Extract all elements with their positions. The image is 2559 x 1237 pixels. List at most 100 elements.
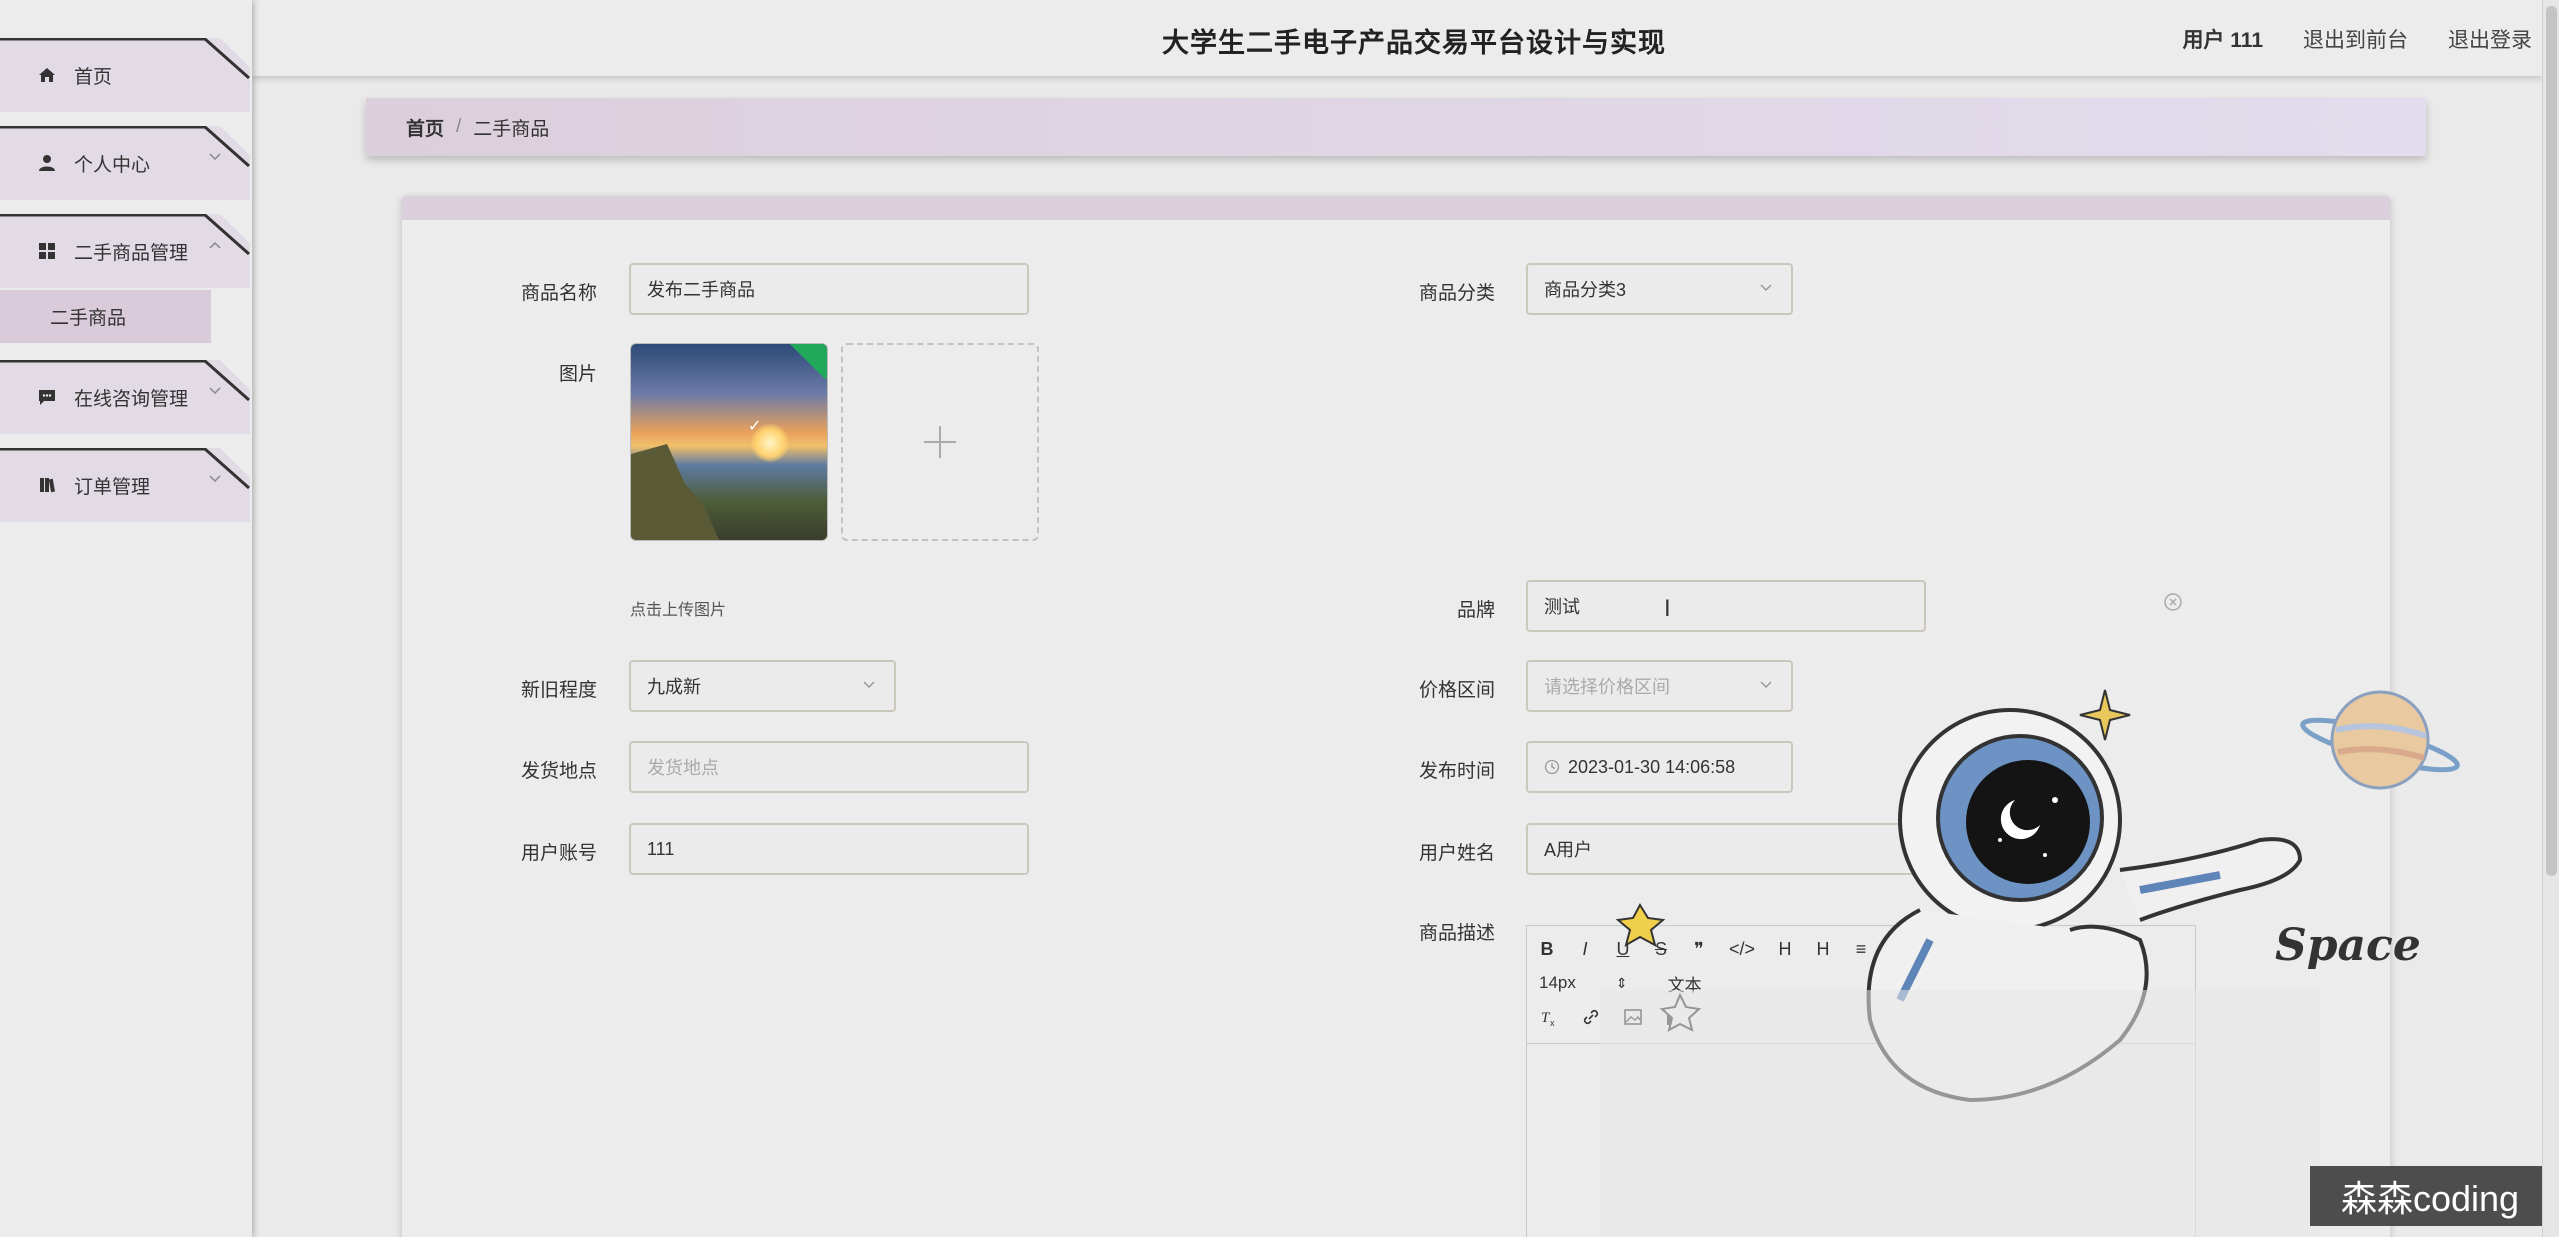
ordered-list-button[interactable]: ≡ (1853, 939, 1869, 960)
sidebar-item-goods-management[interactable]: 二手商品管理 (0, 214, 250, 288)
ship-location-placeholder: 发货地点 (647, 758, 719, 778)
header2-button[interactable]: H (1815, 939, 1831, 960)
svg-text:x: x (1550, 1018, 1555, 1027)
chevron-down-icon (1760, 284, 1772, 292)
chat-icon (36, 386, 58, 408)
breadcrumb-current: 二手商品 (473, 118, 550, 140)
user-account-value: 111 (647, 838, 675, 859)
sidebar-item-personal[interactable]: 个人中心 (0, 126, 250, 200)
app-title: 大学生二手电子产品交易平台设计与实现 (1162, 28, 1666, 58)
brand-value: 测试 (1544, 597, 1580, 617)
rich-text-editor[interactable]: B I U S ❞ </> H H ≡ ≡ x x ⇤ ⇥ 14px ⇕ 文本 … (1526, 925, 2196, 1237)
image-upload-button[interactable] (841, 343, 1039, 541)
chevron-down-icon (1760, 681, 1772, 689)
price-range-label: 价格区间 (1418, 680, 1495, 701)
home-icon (36, 64, 58, 86)
updown-icon: ⇕ (1615, 974, 1628, 991)
outdent-button[interactable]: ⇤ (2005, 939, 2021, 960)
clear-icon[interactable] (2163, 592, 2183, 612)
breadcrumb: 首页 / 二手商品 (366, 98, 2426, 156)
header1-button[interactable]: H (1777, 939, 1793, 960)
price-range-placeholder: 请选择价格区间 (1544, 677, 1670, 697)
user-icon (36, 152, 58, 174)
bold-button[interactable]: B (1539, 939, 1555, 960)
scrollbar-thumb[interactable] (2546, 6, 2557, 876)
current-user: 用户 111 (2182, 29, 2263, 52)
clock-icon (1544, 759, 1560, 775)
text-cursor-icon: I (1664, 595, 1671, 622)
top-header: 大学生二手电子产品交易平台设计与实现 用户 111 退出到前台 退出登录 (252, 0, 2542, 76)
condition-select[interactable]: 九成新 (629, 660, 896, 712)
publish-time-value: 2023-01-30 14:06:58 (1568, 756, 1736, 777)
chevron-down-icon (209, 153, 221, 161)
save-icon[interactable] (1665, 1007, 1685, 1027)
strike-button[interactable]: S (1653, 939, 1669, 960)
image-label: 图片 (558, 364, 597, 385)
sidebar-item-label: 订单管理 (74, 476, 151, 498)
uploaded-image-thumbnail[interactable]: ✓ (630, 343, 828, 541)
goods-name-input[interactable]: 发布二手商品 (629, 263, 1029, 315)
sidebar-item-home[interactable]: 首页 (0, 38, 250, 112)
video-watermark: 森森coding (2310, 1166, 2550, 1226)
sidebar-subitem-goods[interactable]: 二手商品 (0, 290, 211, 343)
category-select[interactable]: 商品分类3 (1526, 263, 1793, 315)
sidebar-item-order-management[interactable]: 订单管理 (0, 448, 250, 522)
italic-button[interactable]: I (1577, 939, 1593, 960)
card-header-strip (402, 196, 2390, 220)
underline-button[interactable]: U (1615, 939, 1631, 960)
upload-success-badge (785, 344, 827, 380)
user-account-label: 用户账号 (520, 843, 597, 864)
image-icon[interactable] (1623, 1007, 1643, 1027)
chevron-down-icon (209, 475, 221, 483)
goods-name-label: 商品名称 (520, 283, 597, 304)
description-label: 商品描述 (1418, 923, 1495, 944)
brand-input[interactable]: 测试 (1526, 580, 1926, 632)
editor-toolbar-row-2: 14px ⇕ 文本 (1539, 966, 2183, 1000)
quote-button[interactable]: ❞ (1691, 939, 1707, 960)
sidebar-item-label: 在线咨询管理 (74, 388, 189, 410)
plus-icon (924, 426, 956, 458)
book-icon (36, 474, 58, 496)
breadcrumb-home[interactable]: 首页 (406, 114, 444, 141)
price-range-select[interactable]: 请选择价格区间 (1526, 660, 1793, 712)
breadcrumb-separator: / (456, 116, 462, 137)
user-account-input[interactable]: 111 (629, 823, 1029, 875)
sidebar-item-consult-management[interactable]: 在线咨询管理 (0, 360, 250, 434)
editor-toolbar: B I U S ❞ </> H H ≡ ≡ x x ⇤ ⇥ 14px ⇕ 文本 … (1527, 926, 2195, 1044)
condition-label: 新旧程度 (520, 680, 597, 701)
image-cliff (631, 444, 721, 540)
header-actions: 用户 111 退出到前台 退出登录 (2182, 24, 2532, 54)
ship-location-input[interactable]: 发货地点 (629, 741, 1029, 793)
chevron-up-icon (209, 241, 221, 249)
link-icon[interactable] (1581, 1007, 1601, 1027)
user-name-input[interactable]: A用户 (1526, 823, 1926, 875)
sidebar: 首页 个人中心 二手商品管理 二手商品 在线咨询管理 订单管理 (0, 0, 252, 1237)
subscript-button[interactable]: x (1929, 939, 1945, 960)
chevron-down-icon (209, 387, 221, 395)
ship-location-label: 发货地点 (520, 761, 597, 782)
category-value: 商品分类3 (1544, 280, 1627, 300)
check-icon: ✓ (748, 418, 762, 435)
publish-time-picker[interactable]: 2023-01-30 14:06:58 (1526, 741, 1793, 793)
upload-hint: 点击上传图片 (630, 602, 727, 619)
clear-format-icon[interactable]: Tx (1539, 1007, 1559, 1027)
logout-link[interactable]: 退出登录 (2448, 24, 2532, 54)
bullet-list-button[interactable]: ≡ (1891, 939, 1907, 960)
indent-button[interactable]: ⇥ (2043, 939, 2059, 960)
font-size-select[interactable]: 14px (1539, 973, 1576, 993)
page-scrollbar[interactable] (2542, 0, 2559, 1237)
sidebar-item-label: 首页 (74, 66, 113, 88)
exit-to-front-link[interactable]: 退出到前台 (2303, 24, 2408, 54)
code-button[interactable]: </> (1729, 939, 1755, 960)
sidebar-item-label: 二手商品管理 (74, 242, 189, 264)
grid-icon (36, 240, 58, 262)
superscript-button[interactable]: x (1967, 939, 1983, 960)
brand-label: 品牌 (1456, 600, 1495, 621)
category-label: 商品分类 (1418, 283, 1495, 304)
goods-name-value: 发布二手商品 (647, 280, 755, 300)
sidebar-item-label: 个人中心 (74, 154, 151, 176)
chevron-down-icon (863, 681, 875, 689)
text-style-select[interactable]: 文本 (1668, 971, 1702, 996)
publish-time-label: 发布时间 (1418, 761, 1495, 782)
user-name-value: A用户 (1544, 840, 1593, 860)
